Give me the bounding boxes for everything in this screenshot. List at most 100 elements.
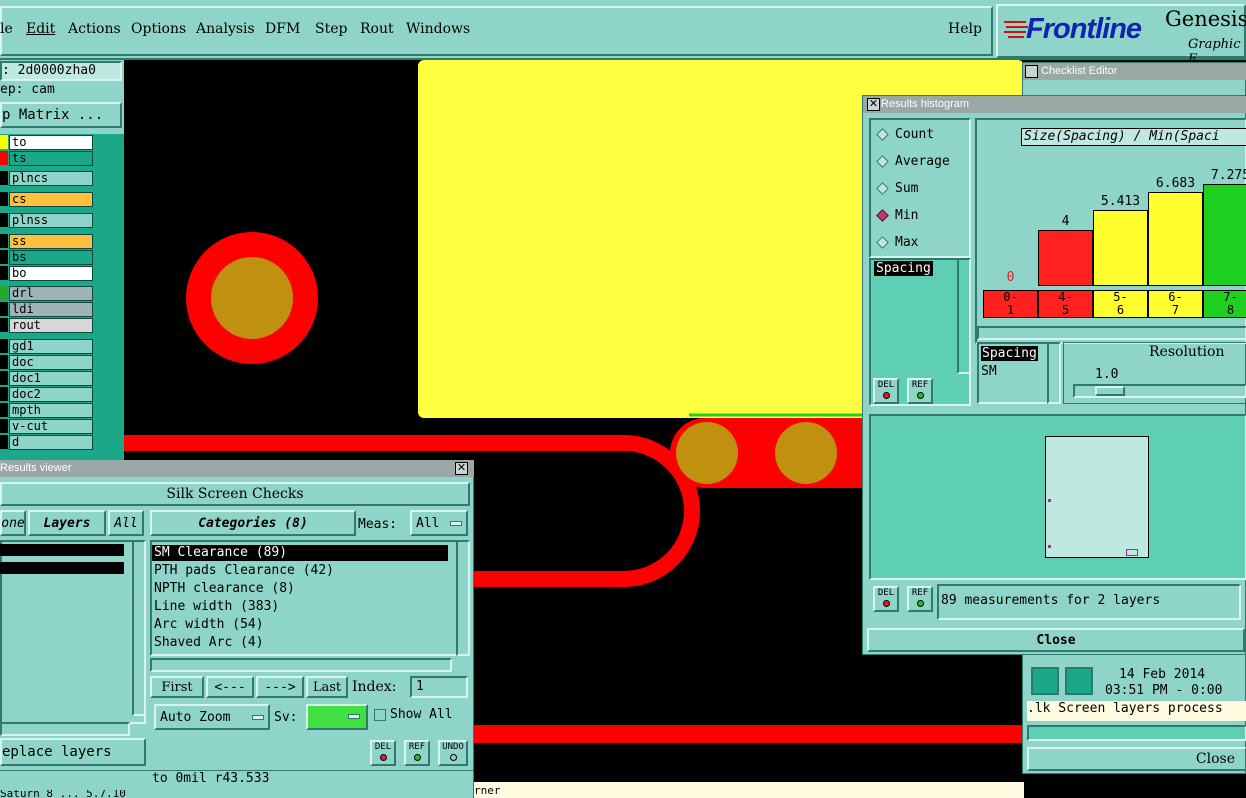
mode-average[interactable]: Average: [876, 154, 950, 169]
menu-rout[interactable]: Rout: [360, 21, 394, 37]
first-button[interactable]: First: [150, 676, 204, 698]
mode-sum[interactable]: Sum: [876, 181, 918, 196]
field-list-item[interactable]: Spacing: [874, 261, 933, 276]
histogram-close-button[interactable]: Close: [867, 628, 1245, 652]
layer-row-v-cut[interactable]: v-cut: [0, 418, 124, 434]
layer-results-hscroll[interactable]: [0, 722, 130, 736]
tab-none[interactable]: one: [0, 510, 26, 536]
checklist-close-button[interactable]: Close: [1027, 747, 1246, 771]
menu-edit[interactable]: Edit: [26, 21, 55, 37]
index-input[interactable]: 1: [410, 676, 468, 698]
layer-color-swatch[interactable]: [0, 250, 8, 264]
layer-color-swatch[interactable]: [0, 302, 8, 316]
category-item[interactable]: SM Clearance (89): [154, 545, 287, 560]
layer-name[interactable]: doc2: [9, 387, 93, 402]
mode-max[interactable]: Max: [876, 235, 918, 250]
sv-color-select[interactable]: [306, 704, 368, 730]
mode-min[interactable]: Min: [876, 208, 918, 223]
tab-layers[interactable]: Layers: [28, 510, 106, 536]
preview-ref-button[interactable]: REF: [907, 586, 933, 612]
checklist-stop-icon[interactable]: [1065, 667, 1093, 695]
category-item[interactable]: Arc width (54): [154, 617, 264, 632]
chart-scrollbar[interactable]: [977, 326, 1246, 340]
histogram-close-icon[interactable]: ✕: [867, 98, 880, 111]
layer-row-doc[interactable]: doc: [0, 354, 124, 370]
prev-button[interactable]: <---: [206, 676, 254, 698]
categories-vscroll[interactable]: [456, 540, 470, 656]
results-viewer-close-icon[interactable]: ✕: [455, 462, 468, 475]
layer-color-swatch[interactable]: [0, 151, 8, 165]
layer-color-swatch[interactable]: [0, 435, 8, 449]
menu-file[interactable]: le: [0, 21, 13, 37]
layer-color-swatch[interactable]: [0, 371, 8, 385]
layer-name[interactable]: bs: [9, 250, 93, 265]
layer-row-to[interactable]: to: [0, 134, 124, 150]
layer-row-d[interactable]: d: [0, 434, 124, 450]
layer-row-plncs[interactable]: plncs: [0, 170, 124, 186]
layer-row-bo[interactable]: bo: [0, 265, 124, 281]
menu-step[interactable]: Step: [315, 21, 347, 37]
category-item[interactable]: NPTH clearance (8): [154, 581, 295, 596]
histogram-titlebar[interactable]: Results histogram: [863, 96, 1246, 113]
menu-dfm[interactable]: DFM: [265, 21, 300, 37]
layer-name[interactable]: v-cut: [9, 419, 93, 434]
category-item[interactable]: Shaved Arc (4): [154, 635, 264, 650]
category-item[interactable]: Line width (383): [154, 599, 279, 614]
results-viewer-titlebar[interactable]: Results viewer: [0, 460, 474, 477]
layer-results-vscroll[interactable]: [132, 540, 146, 716]
layer-row-mpth[interactable]: mpth: [0, 402, 124, 418]
layer-name[interactable]: cs: [9, 192, 93, 207]
field-list-scrollbar[interactable]: [957, 258, 971, 374]
layer-row-cs[interactable]: cs: [0, 191, 124, 207]
checklist-menu-icon[interactable]: [1025, 65, 1038, 78]
layer-color-swatch[interactable]: [0, 234, 8, 248]
layer-name[interactable]: plncs: [9, 171, 93, 186]
histogram-bin[interactable]: 0- 1: [983, 290, 1038, 318]
preview-del-button[interactable]: DEL: [873, 586, 899, 612]
replace-layers-button[interactable]: eplace layers: [0, 738, 146, 766]
layer-row-ss[interactable]: ss: [0, 233, 124, 249]
selection-scrollbar[interactable]: [1047, 342, 1061, 404]
histogram-bar[interactable]: [1038, 230, 1093, 286]
layer-name[interactable]: doc: [9, 355, 93, 370]
resolution-slider-thumb[interactable]: [1095, 386, 1125, 396]
layer-row-plnss[interactable]: plnss: [0, 212, 124, 228]
viewer-del-button[interactable]: DEL: [370, 740, 396, 766]
checklist-titlebar[interactable]: Checklist Editor: [1023, 63, 1246, 80]
layer-color-swatch[interactable]: [0, 266, 8, 280]
histogram-del-button[interactable]: DEL: [873, 378, 899, 404]
selection-item-spacing[interactable]: Spacing: [981, 346, 1038, 361]
menu-options[interactable]: Options: [131, 21, 186, 37]
histogram-bin[interactable]: 6- 7: [1148, 290, 1203, 318]
next-button[interactable]: --->: [256, 676, 304, 698]
menu-analysis[interactable]: Analysis: [196, 21, 255, 37]
category-item[interactable]: PTH pads Clearance (42): [154, 563, 334, 578]
auto-zoom-select[interactable]: Auto Zoom: [154, 704, 270, 730]
layer-name[interactable]: mpth: [9, 403, 93, 418]
layer-color-swatch[interactable]: [0, 355, 8, 369]
histogram-bar[interactable]: [1203, 184, 1246, 286]
layer-name[interactable]: gd1: [9, 339, 93, 354]
checklist-run-icon[interactable]: [1031, 667, 1059, 695]
layer-row-drl[interactable]: drl: [0, 285, 124, 301]
layer-name[interactable]: ss: [9, 234, 93, 249]
layer-row-rout[interactable]: rout: [0, 317, 124, 333]
layer-row-bs[interactable]: bs: [0, 249, 124, 265]
menu-windows[interactable]: Windows: [406, 21, 470, 37]
layer-name[interactable]: bo: [9, 266, 93, 281]
layer-row-doc2[interactable]: doc2: [0, 386, 124, 402]
histogram-bin[interactable]: 5- 6: [1093, 290, 1148, 318]
viewer-undo-button[interactable]: UNDO: [438, 740, 468, 766]
layer-color-swatch[interactable]: [0, 387, 8, 401]
checklist-scrollbar[interactable]: [1027, 725, 1246, 741]
matrix-button[interactable]: p Matrix ...: [0, 102, 122, 128]
layer-color-swatch[interactable]: [0, 192, 8, 206]
layer-name[interactable]: plnss: [9, 213, 93, 228]
histogram-bar[interactable]: [1093, 210, 1148, 286]
layer-name[interactable]: ts: [9, 151, 93, 166]
layer-name[interactable]: to: [9, 135, 93, 150]
layer-color-swatch[interactable]: [0, 171, 8, 185]
resolution-slider[interactable]: [1073, 384, 1246, 398]
layer-row-ts[interactable]: ts: [0, 150, 124, 166]
meas-select[interactable]: All: [410, 510, 468, 536]
